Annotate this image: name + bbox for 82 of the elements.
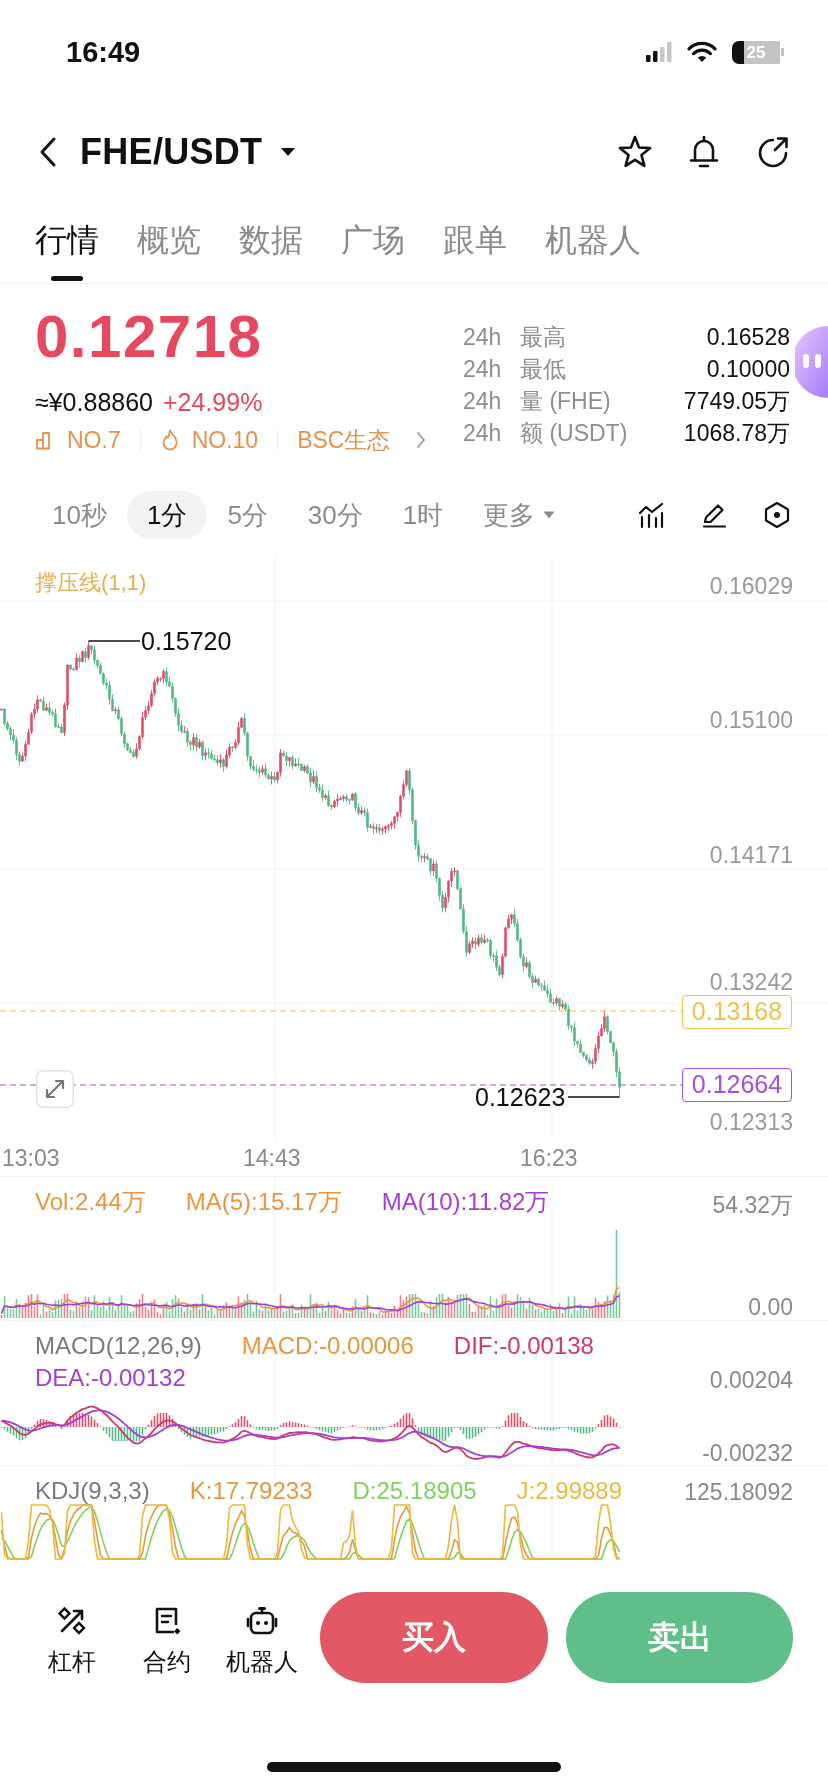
legend-item: J:2.99889 — [516, 1476, 622, 1506]
y-axis-label: 0.00204 — [709, 1367, 793, 1393]
stat-label: 量 (FHE) — [520, 386, 611, 416]
signal-icon — [646, 42, 672, 62]
back-icon[interactable] — [38, 136, 58, 168]
interval-tab[interactable]: 30分 — [287, 491, 383, 539]
tab[interactable]: 机器人 — [545, 200, 641, 283]
indicator-label: 撑压线(1,1) — [35, 570, 147, 596]
tag-label[interactable]: NO.7 — [67, 425, 121, 455]
legend-item: MACD(12,26,9) — [35, 1331, 202, 1361]
interval-tab[interactable]: 1分 — [126, 491, 208, 539]
stat-period: 24h — [463, 419, 503, 447]
tab[interactable]: 广场 — [341, 200, 405, 283]
high-price-label: 0.15720 — [141, 628, 232, 654]
stat-value: 1068.78万 — [683, 418, 790, 448]
robot-icon — [245, 1605, 278, 1637]
legend-item: MA(5):15.17万 — [185, 1187, 342, 1217]
legend-item: Vol:2.44万 — [35, 1187, 146, 1217]
chart-indicator-icon[interactable] — [637, 501, 665, 529]
low-price-label: 0.12623 — [475, 1086, 566, 1108]
stat-label: 最低 — [520, 354, 566, 384]
buy-button[interactable]: 买入 — [320, 1592, 548, 1683]
x-axis-label: 13:03 — [2, 1144, 60, 1173]
legend-item: KDJ(9,3,3) — [35, 1476, 150, 1506]
interval-tab[interactable]: 5分 — [207, 491, 288, 539]
y-axis-label: -0.00232 — [702, 1440, 793, 1466]
stat-label: 额 (USDT) — [520, 418, 628, 448]
legend-item: K:17.79233 — [189, 1476, 313, 1506]
y-axis-label: 125.18092 — [684, 1479, 793, 1505]
price-change: +24.99% — [163, 387, 263, 418]
caret-icon — [280, 147, 297, 157]
status-time: 16:49 — [66, 35, 141, 69]
leverage-button[interactable]: 杠杆 — [24, 1592, 119, 1675]
battery-indicator: 25 — [732, 40, 784, 64]
chevron-right-icon[interactable] — [416, 431, 427, 449]
tag-label[interactable]: BSC生态 — [297, 425, 391, 455]
y-axis-label: 0.13242 — [709, 969, 793, 995]
caret-icon — [543, 511, 556, 519]
legend-item: DIF:-0.00138 — [453, 1331, 594, 1361]
stat-label: 最高 — [520, 322, 566, 352]
stat-value: 7749.05万 — [683, 386, 790, 416]
x-axis-label: 16:23 — [520, 1144, 578, 1173]
legend-item: DEA:-0.00132 — [35, 1363, 186, 1393]
legend-item: D:25.18905 — [352, 1476, 477, 1506]
y-axis-label: 54.32万 — [712, 1192, 793, 1218]
expand-icon[interactable] — [36, 1070, 74, 1108]
y-axis-label: 0.15100 — [709, 707, 793, 733]
stat-value: 0.10000 — [706, 355, 790, 383]
last-price: 0.12718 — [35, 302, 264, 372]
pair-selector[interactable]: FHE/USDT — [80, 130, 297, 174]
robot-button[interactable]: 机器人 — [214, 1592, 309, 1675]
y-axis-label: 0.12313 — [709, 1109, 793, 1135]
fiat-price: ≈¥0.88860 — [35, 387, 153, 418]
x-axis-label: 14:43 — [243, 1144, 301, 1173]
price-tag: 0.12664 — [682, 1068, 792, 1102]
wifi-icon — [687, 41, 717, 63]
stat-value: 0.16528 — [706, 323, 790, 351]
hexagon-settings-icon[interactable] — [763, 501, 791, 529]
tag-label[interactable]: NO.10 — [191, 425, 259, 455]
tab[interactable]: 数据 — [239, 200, 303, 283]
stat-period: 24h — [463, 387, 503, 415]
y-axis-label: 0.16029 — [709, 573, 793, 599]
stat-period: 24h — [463, 355, 503, 383]
leader-line — [87, 640, 141, 642]
y-axis-label: 0.00 — [748, 1294, 793, 1320]
legend-item: MACD:-0.00006 — [241, 1331, 414, 1361]
sell-button[interactable]: 卖出 — [566, 1592, 793, 1683]
legend-item: MA(10):11.82万 — [381, 1187, 550, 1217]
stat-period: 24h — [463, 323, 503, 351]
interval-tab[interactable]: 10秒 — [32, 491, 127, 539]
leader-line — [567, 1096, 621, 1098]
tab[interactable]: 概览 — [137, 200, 201, 283]
y-axis-label: 0.14171 — [709, 842, 793, 868]
chat-widget-icon[interactable] — [795, 326, 828, 398]
more-menu-button[interactable]: 更多 — [463, 491, 576, 539]
interval-tab[interactable]: 1时 — [382, 491, 464, 539]
price-tag: 0.13168 — [682, 995, 792, 1029]
star-icon[interactable] — [617, 134, 653, 170]
percent-arrow-icon — [55, 1605, 88, 1637]
tab[interactable]: 跟单 — [443, 200, 507, 283]
contract-button[interactable]: 合约 — [119, 1592, 214, 1675]
tab[interactable]: 行情 — [35, 200, 99, 283]
